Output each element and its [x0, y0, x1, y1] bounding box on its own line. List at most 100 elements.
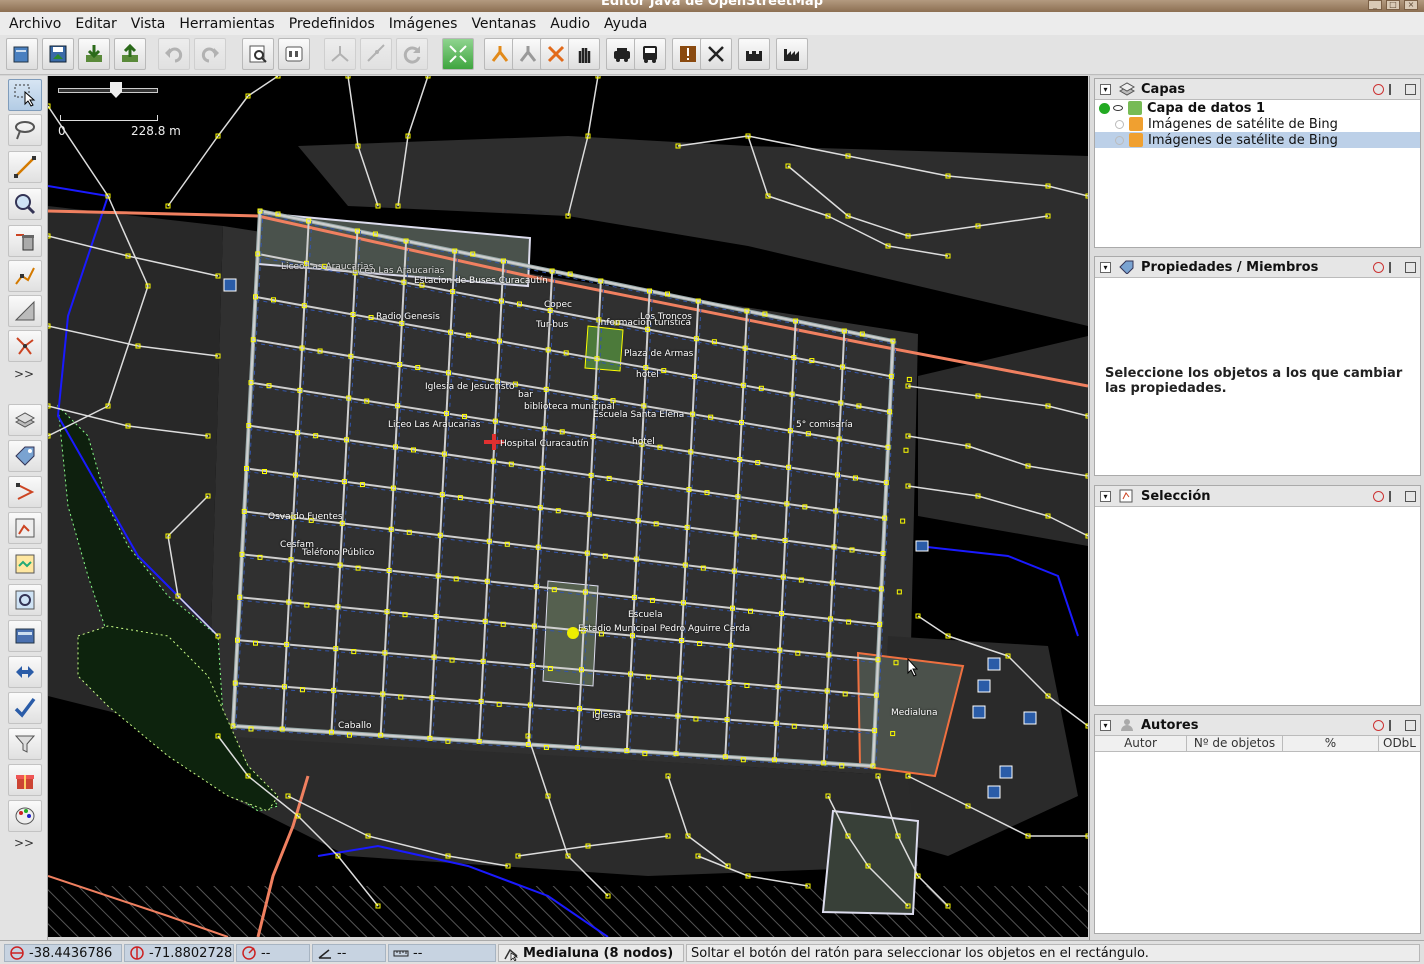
close-panel-icon[interactable] [1405, 720, 1416, 731]
command-stack-icon [15, 554, 35, 574]
minimize-button[interactable]: _ [1368, 0, 1382, 10]
menu-audio[interactable]: Audio [543, 16, 597, 32]
collapse-toggle-icon[interactable]: ▾ [1100, 261, 1111, 273]
toggle-properties-button[interactable] [8, 440, 42, 472]
collapse-toggle-icon[interactable]: ▾ [1100, 83, 1111, 95]
column-autor[interactable]: Autor [1095, 736, 1187, 751]
map-label: Osvaldo Fuentes [268, 512, 343, 522]
preferences-button[interactable] [242, 38, 274, 70]
pin-icon[interactable] [1389, 491, 1400, 502]
layers-icon [1119, 82, 1135, 96]
heading-value: -- [261, 945, 271, 961]
detach-icon[interactable] [1373, 84, 1384, 95]
toggle-map-paint-button[interactable] [8, 764, 42, 796]
delete-mode-button[interactable] [8, 225, 42, 257]
column-objects[interactable]: Nº de objetos [1187, 736, 1283, 751]
map-canvas[interactable] [48, 76, 1088, 937]
parallel-mode-button[interactable] [8, 295, 42, 327]
map-view[interactable]: 0 228.8 m Liceo Las Araucarias Liceo Las… [48, 76, 1088, 937]
menu-ayuda[interactable]: Ayuda [597, 16, 654, 32]
menu-editar[interactable]: Editar [68, 16, 123, 32]
preset-search-button[interactable] [278, 38, 310, 70]
pin-icon[interactable] [1389, 84, 1400, 95]
collapse-toggle-icon[interactable]: ▾ [1100, 719, 1111, 731]
menu-imagenes[interactable]: Imágenes [382, 16, 465, 32]
toggle-history-button[interactable] [8, 620, 42, 652]
open-file-button[interactable] [6, 38, 38, 70]
sidebar-more-2[interactable]: >> [14, 836, 34, 850]
properties-panel-title: Propiedades / Miembros [1141, 259, 1319, 275]
toggle-validation-button[interactable] [8, 584, 42, 616]
mapping-tool-4-button[interactable] [568, 38, 600, 70]
detach-icon[interactable] [1373, 720, 1384, 731]
combine-way-button[interactable] [324, 38, 356, 70]
menu-vista[interactable]: Vista [124, 16, 173, 32]
select-mode-button[interactable] [8, 79, 42, 111]
improve-way-mode-button[interactable] [8, 260, 42, 292]
close-panel-icon[interactable] [1405, 262, 1416, 273]
detach-icon[interactable] [1373, 262, 1384, 273]
visibility-toggle-icon[interactable] [1115, 119, 1124, 129]
layer-row-data[interactable]: Capa de datos 1 [1095, 100, 1420, 116]
selected-object-field: Medialuna (8 nodos) [498, 944, 684, 962]
save-button[interactable] [42, 38, 74, 70]
filter-button[interactable] [8, 728, 42, 760]
menu-predefinidos[interactable]: Predefinidos [282, 16, 382, 32]
authors-panel-header[interactable]: ▾ Autores [1095, 715, 1420, 736]
toggle-filter-button[interactable] [8, 656, 42, 688]
authors-panel-title: Autores [1141, 717, 1199, 733]
zoom-to-data-button[interactable] [442, 38, 474, 70]
zoom-slider-knob[interactable] [110, 82, 122, 98]
map-paint-styles-button[interactable] [8, 800, 42, 832]
toggle-relations-button[interactable] [8, 476, 42, 508]
map-label: Radio Genesis [376, 312, 440, 322]
sidebar-more-1[interactable]: >> [14, 367, 34, 381]
close-window-button[interactable]: × [1404, 0, 1418, 10]
menu-archivo[interactable]: Archivo [2, 16, 68, 32]
layer-row-bing-2[interactable]: Imágenes de satélite de Bing [1095, 132, 1420, 148]
bus-button[interactable] [634, 38, 666, 70]
visible-eye-icon[interactable] [1113, 105, 1123, 111]
close-panel-icon[interactable] [1405, 491, 1416, 502]
pin-icon[interactable] [1389, 720, 1400, 731]
combine-way-icon [331, 46, 349, 62]
zoom-slider-track[interactable] [58, 88, 158, 93]
menu-herramientas[interactable]: Herramientas [172, 16, 281, 32]
layer-row-bing-1[interactable]: Imágenes de satélite de Bing [1095, 116, 1420, 132]
maximize-button[interactable]: □ [1386, 0, 1400, 10]
factory-button[interactable] [776, 38, 808, 70]
selection-panel-header[interactable]: ▾ Selección [1095, 486, 1420, 507]
zoom-mode-button[interactable] [8, 188, 42, 220]
parallel-icon [14, 300, 35, 321]
draw-mode-button[interactable] [8, 151, 42, 183]
split-way-button[interactable] [360, 38, 392, 70]
toggle-selection-button[interactable] [8, 512, 42, 544]
map-label: Medialuna [891, 708, 938, 718]
column-percent[interactable]: % [1283, 736, 1379, 751]
scale-distance: 228.8 m [131, 124, 181, 138]
open-file-icon [13, 46, 29, 63]
selection-list-icon [15, 518, 35, 538]
properties-panel-header[interactable]: ▾ Propiedades / Miembros [1095, 257, 1420, 278]
close-panel-icon[interactable] [1405, 84, 1416, 95]
undo-button[interactable] [158, 38, 190, 70]
column-odbl[interactable]: ODbL [1379, 736, 1420, 751]
refresh-button[interactable] [396, 38, 428, 70]
menu-ventanas[interactable]: Ventanas [464, 16, 543, 32]
imagery-icon [1129, 117, 1143, 131]
toggle-validator-button[interactable] [8, 692, 42, 724]
redo-button[interactable] [194, 38, 226, 70]
layers-panel-header[interactable]: ▾ Capas [1095, 79, 1420, 100]
tools-button[interactable] [700, 38, 732, 70]
extrude-mode-button[interactable] [8, 330, 42, 362]
castle-button[interactable] [738, 38, 770, 70]
collapse-toggle-icon[interactable]: ▾ [1100, 490, 1111, 502]
lasso-mode-button[interactable] [8, 114, 42, 146]
visibility-toggle-icon[interactable] [1115, 135, 1124, 145]
pin-icon[interactable] [1389, 262, 1400, 273]
toggle-layers-button[interactable] [8, 404, 42, 436]
detach-icon[interactable] [1373, 491, 1384, 502]
download-button[interactable] [78, 38, 110, 70]
upload-button[interactable] [114, 38, 146, 70]
toggle-commands-button[interactable] [8, 548, 42, 580]
